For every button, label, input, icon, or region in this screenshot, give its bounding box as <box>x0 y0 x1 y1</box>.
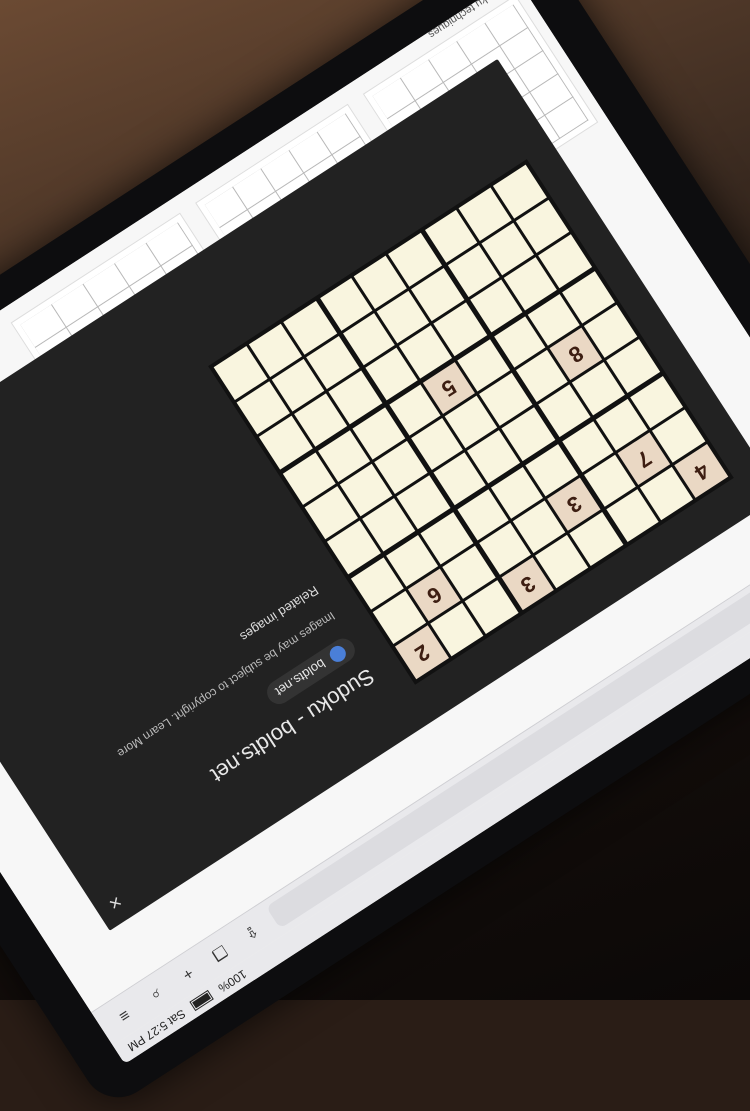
site-favicon-icon <box>326 642 349 665</box>
menu-icon[interactable]: ≡ <box>107 999 140 1032</box>
new-tab-icon[interactable]: + <box>171 957 204 990</box>
search-icon[interactable]: ⌕ <box>139 978 172 1011</box>
battery-icon <box>189 990 215 1012</box>
share-icon[interactable]: ⇪ <box>235 916 268 949</box>
tabs-icon[interactable]: ❐ <box>203 936 236 969</box>
close-icon[interactable]: × <box>104 889 126 915</box>
